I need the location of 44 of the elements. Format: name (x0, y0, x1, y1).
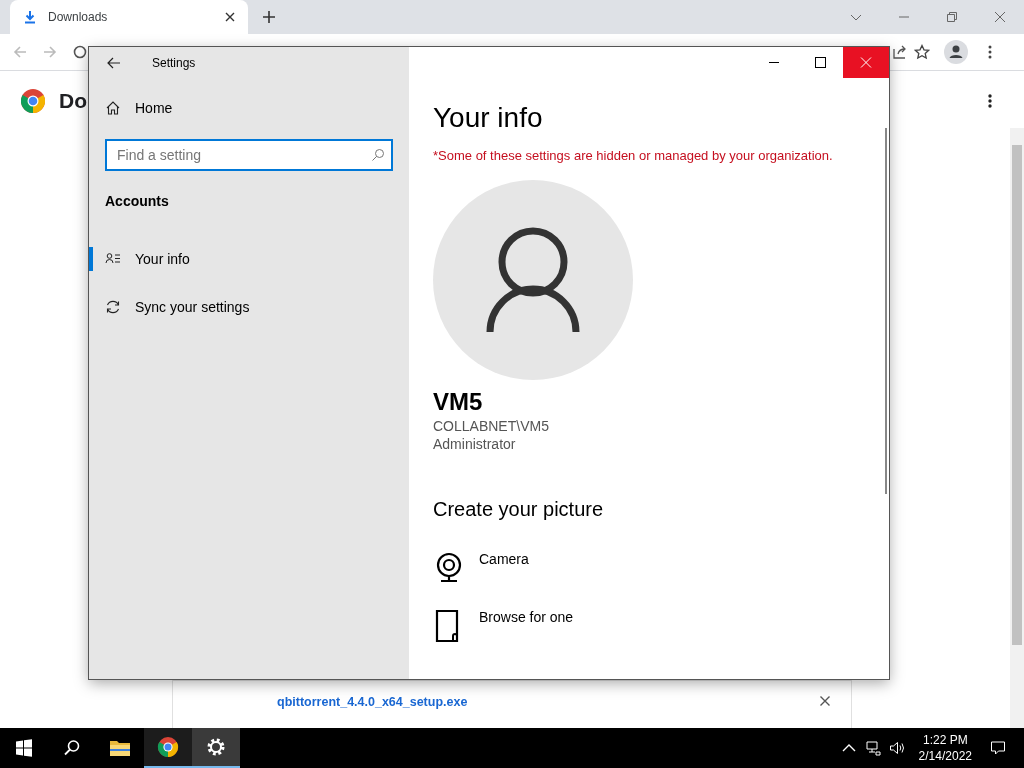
user-name: VM5 (433, 388, 483, 416)
account-name: COLLABNET\VM5 (433, 418, 549, 434)
browser-tab[interactable]: Downloads (10, 0, 248, 34)
network-icon[interactable] (864, 740, 881, 756)
page-heading: Do (59, 89, 87, 113)
nav-item[interactable]: Your info (89, 239, 409, 279)
page-heading: Your info (433, 102, 543, 134)
picture-option[interactable]: Camera (433, 551, 574, 585)
clock[interactable]: 1:22 PM 2/14/2022 (918, 732, 972, 764)
user-avatar-icon (433, 180, 633, 380)
back-icon[interactable] (106, 55, 122, 71)
home-icon (105, 100, 121, 116)
notification-icon[interactable] (990, 740, 1006, 756)
account-role: Administrator (433, 436, 516, 452)
scrollbar[interactable] (885, 128, 887, 494)
close-icon[interactable] (224, 11, 236, 23)
picture-option[interactable]: Browse for one (433, 609, 574, 643)
chrome-logo-icon (156, 735, 180, 759)
taskbar-app[interactable] (144, 728, 192, 768)
search-icon (371, 148, 385, 162)
chrome-logo-icon (21, 89, 45, 113)
file-link[interactable]: qbittorrent_4.4.0_x64_setup.exe (277, 695, 468, 709)
speaker-icon[interactable] (888, 740, 905, 756)
window-title: Settings (152, 56, 196, 70)
taskbar-app[interactable] (192, 728, 240, 768)
profile-icon[interactable] (944, 40, 968, 64)
nav-item[interactable]: Sync your settings (89, 287, 409, 327)
search-field[interactable]: Find a setting (105, 139, 393, 171)
download-icon (22, 9, 38, 25)
notice-text: *Some of these settings are hidden or managed by your organization. (433, 148, 833, 163)
sync-icon (105, 299, 121, 315)
close-icon[interactable] (819, 695, 831, 707)
new-tab-icon[interactable] (262, 10, 276, 24)
home-item[interactable]: Home (89, 88, 409, 128)
share-icon[interactable] (892, 44, 908, 60)
clock-time: 1:22 PM (922, 732, 968, 748)
restore-icon[interactable] (945, 10, 959, 24)
section-heading: Create your picture (433, 498, 604, 521)
section-heading: Accounts (105, 193, 170, 209)
clock-date: 2/14/2022 (918, 748, 972, 764)
reload-icon[interactable] (72, 44, 88, 60)
star-icon[interactable] (914, 44, 930, 60)
tab-title: Downloads (48, 10, 109, 24)
scrollbar[interactable] (1010, 128, 1024, 728)
